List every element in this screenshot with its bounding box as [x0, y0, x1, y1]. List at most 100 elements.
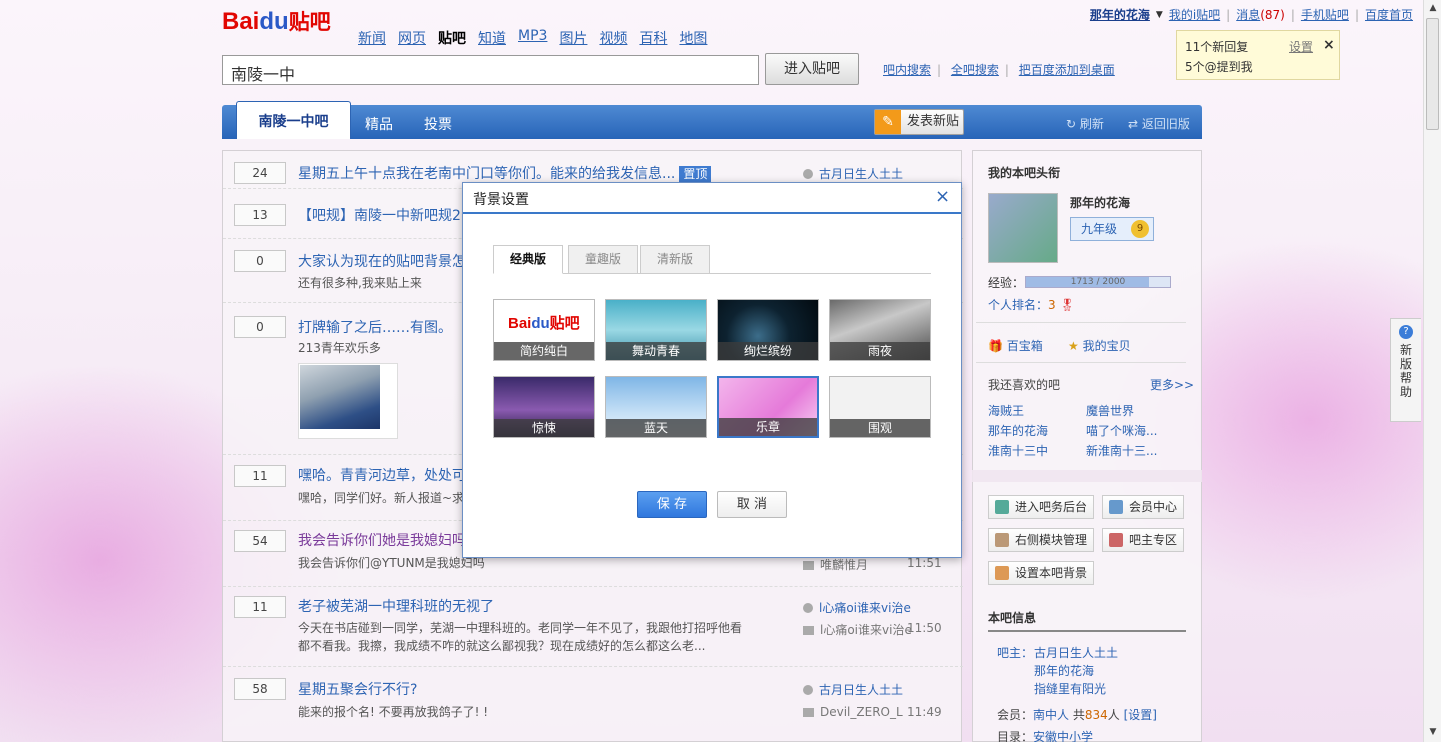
mobile-tieba-link[interactable]: 手机贴吧	[1301, 6, 1349, 23]
theme-splendid[interactable]: 绚烂缤纷	[717, 299, 819, 361]
help-tab[interactable]: ? 新版帮助	[1390, 318, 1421, 422]
member-name[interactable]: 南中人	[1033, 708, 1069, 722]
fav-bar-link[interactable]: 喵了个咪海...	[1086, 422, 1157, 439]
directory-link[interactable]: 安徽中小学	[1033, 730, 1093, 742]
thread-author[interactable]: 古月日生人土土	[819, 683, 903, 697]
module-manage-button[interactable]: 右侧模块管理	[988, 528, 1095, 552]
enter-tieba-button[interactable]: 进入贴吧	[765, 53, 859, 85]
thread-title[interactable]: 嘿哈。青青河边草，处处可	[298, 465, 466, 485]
theme-blue-sky[interactable]: 蓝天	[605, 376, 707, 438]
my-treasure-link[interactable]: ★ 我的宝贝	[1068, 337, 1131, 354]
nav-zhidao[interactable]: 知道	[478, 28, 506, 48]
messages-link[interactable]: 消息	[1236, 8, 1260, 22]
mentions[interactable]: 5个@提到我	[1185, 57, 1331, 77]
thumb-logo-bai: Bai	[508, 315, 532, 332]
nav-web[interactable]: 网页	[398, 28, 426, 48]
close-icon[interactable]: ×	[1323, 35, 1335, 55]
scrollbar[interactable]: ▲ ▼	[1423, 0, 1441, 742]
last-replier[interactable]: Devil_ZERO_L	[820, 705, 903, 719]
admin-backend-label: 进入吧务后台	[1015, 500, 1088, 514]
theme-melody-selected[interactable]: 乐章	[717, 376, 819, 438]
avatar[interactable]	[988, 193, 1058, 263]
theme-onlookers[interactable]: 围观	[829, 376, 931, 438]
reply-count: 54	[234, 530, 286, 552]
level-badge[interactable]: 九年级 9	[1070, 217, 1154, 241]
fav-bar-link[interactable]: 魔兽世界	[1086, 402, 1134, 419]
fav-bar-link[interactable]: 淮南十三中	[988, 442, 1048, 459]
tab-featured[interactable]: 精品	[365, 114, 393, 134]
all-bar-search-link[interactable]: 全吧搜索	[951, 63, 999, 77]
member-settings-link[interactable]: [设置]	[1124, 708, 1157, 722]
member-center-button[interactable]: 会员中心	[1102, 495, 1185, 519]
in-bar-search-link[interactable]: 吧内搜索	[883, 63, 931, 77]
theme-simple-white[interactable]: Baidu贴吧 简约纯白	[493, 299, 595, 361]
owner-link[interactable]: 古月日生人土土	[1034, 644, 1118, 661]
pencil-icon: ✎	[875, 110, 901, 134]
treasure-box-label: 百宝箱	[1006, 339, 1043, 353]
refresh-icon: ↻	[1066, 117, 1080, 131]
fav-bar-link[interactable]: 海贼王	[988, 402, 1024, 419]
nav-tieba[interactable]: 贴吧	[438, 28, 466, 48]
theme-dance-youth[interactable]: 舞动青春	[605, 299, 707, 361]
nav-images[interactable]: 图片	[559, 28, 587, 48]
theme-horror[interactable]: 惊悚	[493, 376, 595, 438]
save-button[interactable]: 保 存	[637, 491, 707, 518]
top-nav: 新闻 网页 贴吧 知道 MP3 图片 视频 百科 地图	[358, 28, 707, 48]
owner-link[interactable]: 指缝里有阳光	[1034, 680, 1106, 697]
owner-zone-label: 吧主专区	[1129, 533, 1178, 547]
fav-bar-link[interactable]: 新淮南十三...	[1086, 442, 1157, 459]
scroll-thumb[interactable]	[1426, 18, 1439, 130]
add-desktop-link[interactable]: 把百度添加到桌面	[1019, 63, 1115, 77]
chevron-down-icon[interactable]: ▼	[1156, 10, 1163, 20]
refresh-button[interactable]: ↻ 刷新	[1066, 115, 1104, 132]
cancel-button[interactable]: 取 消	[717, 491, 787, 518]
notice-settings-link[interactable]: 设置	[1289, 37, 1313, 57]
search-input[interactable]: 南陵一中	[222, 55, 759, 85]
admin-backend-button[interactable]: 进入吧务后台	[988, 495, 1095, 519]
star-icon: ★	[1068, 339, 1079, 353]
thumb-logo-tieba: 贴吧	[549, 315, 580, 332]
treasure-box-link[interactable]: 🎁 百宝箱	[988, 337, 1043, 354]
baidu-home-link[interactable]: 百度首页	[1365, 6, 1413, 23]
thread-image[interactable]	[298, 363, 398, 439]
last-replier[interactable]: 唯麟惟月	[820, 558, 868, 572]
close-icon[interactable]: ×	[935, 187, 950, 207]
scroll-down-icon[interactable]: ▼	[1425, 724, 1441, 740]
nav-baike[interactable]: 百科	[639, 28, 667, 48]
tab-kids[interactable]: 童趣版	[568, 245, 638, 274]
fav-bar-link[interactable]: 那年的花海	[988, 422, 1048, 439]
thread-title[interactable]: 打牌输了之后……有图。	[298, 317, 452, 337]
last-replier[interactable]: l心痛oi谁来vi治e	[820, 623, 912, 637]
tab-vote[interactable]: 投票	[424, 114, 452, 134]
tab-fresh[interactable]: 清新版	[640, 245, 710, 274]
scroll-up-icon[interactable]: ▲	[1425, 0, 1441, 16]
thread-author[interactable]: l心痛oi谁来vi治e	[819, 601, 911, 615]
rank-row: 个人排名：3 🎖	[988, 296, 1075, 313]
thread-title[interactable]: 星期五聚会行不行?	[298, 679, 417, 699]
owner-zone-button[interactable]: 吧主专区	[1102, 528, 1185, 552]
thread-title[interactable]: 我会告诉你们她是我媳妇吗	[298, 530, 466, 550]
my-i-tieba-link[interactable]: 我的i贴吧	[1169, 6, 1220, 23]
nav-mp3[interactable]: MP3	[518, 28, 547, 48]
directory-label: 目录：	[997, 730, 1034, 742]
thread-title[interactable]: 大家认为现在的贴吧背景怎	[298, 251, 466, 271]
thread-title[interactable]: 【吧规】南陵一中新吧规2	[298, 205, 461, 225]
sidebar-username[interactable]: 那年的花海	[1070, 194, 1130, 211]
baidu-tieba-mini-logo: Baidu贴吧	[508, 312, 580, 333]
thread-author[interactable]: 古月日生人土土	[819, 167, 903, 181]
owner-link[interactable]: 那年的花海	[1034, 662, 1094, 679]
baidu-logo[interactable]: Baidu贴吧	[222, 6, 331, 46]
new-post-button[interactable]: ✎ 发表新贴	[874, 109, 964, 135]
old-version-button[interactable]: ⇄ 返回旧版	[1128, 115, 1190, 132]
nav-news[interactable]: 新闻	[358, 28, 386, 48]
tab-classic[interactable]: 经典版	[493, 245, 563, 274]
tab-forum[interactable]: 南陵一中吧	[236, 101, 351, 139]
set-background-button[interactable]: 设置本吧背景	[988, 561, 1095, 585]
theme-rainy-night[interactable]: 雨夜	[829, 299, 931, 361]
more-link[interactable]: 更多>>	[1150, 376, 1194, 393]
thread-title[interactable]: 星期五上午十点我在老南中门口等你们。能来的给我发信息...	[298, 166, 675, 182]
username-link[interactable]: 那年的花海	[1090, 6, 1150, 23]
nav-video[interactable]: 视频	[599, 28, 627, 48]
thread-title[interactable]: 老子被芜湖一中理科班的无视了	[298, 596, 494, 616]
nav-map[interactable]: 地图	[679, 28, 707, 48]
